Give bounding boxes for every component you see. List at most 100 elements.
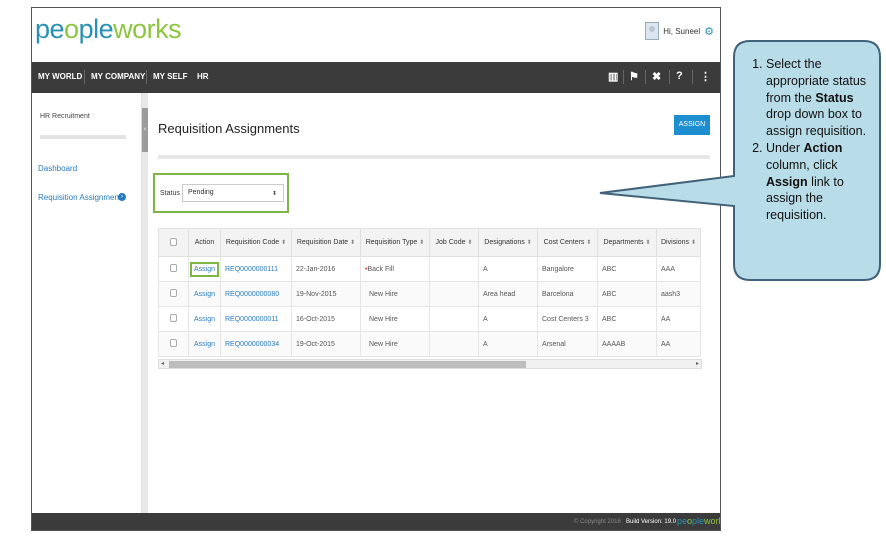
peopleworks-logo[interactable]: peopleworks: [35, 14, 182, 45]
division-cell: AA: [656, 306, 701, 332]
column-header-label: Divisions: [661, 239, 690, 246]
select-all-checkbox[interactable]: [170, 237, 177, 246]
scroll-right-icon[interactable]: ▸: [696, 360, 699, 368]
column-header-label: Requisition Code: [225, 239, 280, 246]
job-code-cell: [429, 256, 479, 282]
designation-cell: A: [478, 331, 538, 357]
page-title: Requisition Assignments: [158, 121, 300, 136]
status-selected-value: Pending: [188, 189, 214, 196]
column-header-job-code[interactable]: Job Code ⬍: [429, 228, 479, 257]
status-dropdown[interactable]: Pending ⬍: [182, 184, 284, 202]
tools-icon[interactable]: ✖: [652, 70, 661, 83]
status-label: Status: [160, 190, 180, 197]
help-icon[interactable]: ?: [676, 70, 683, 82]
requisition-code-link[interactable]: REQ0000000011: [225, 316, 279, 323]
cost-center-cell: Barcelona: [537, 281, 598, 307]
sort-icon: ⬍: [645, 240, 651, 246]
book-icon[interactable]: ▥: [608, 70, 618, 83]
column-header-label: Cost Centers: [543, 239, 585, 246]
assign-link[interactable]: Assign: [194, 291, 215, 298]
requisition-type-cell: New Hire: [360, 281, 430, 307]
column-header-requisition-date[interactable]: Requisition Date ⬍: [291, 228, 361, 257]
logo-text: pe: [677, 516, 688, 526]
chevron-right-icon: ›: [118, 193, 126, 201]
nav-divider: [146, 70, 147, 84]
requisition-code-link[interactable]: REQ0000000034: [225, 341, 279, 348]
requisition-code-link[interactable]: REQ0000000080: [225, 291, 279, 298]
requisition-type-cell: New Hire: [360, 306, 430, 332]
share-icon[interactable]: ⋮: [700, 70, 711, 83]
instruction-text: Assign: [766, 174, 808, 189]
logo-text: o: [64, 14, 79, 44]
department-cell: AAAAB: [597, 331, 657, 357]
sidebar-item-requisition-assignments[interactable]: Requisition Assignments: [38, 193, 125, 202]
action-cell: Assign: [188, 256, 221, 282]
main-content: Requisition Assignments ASSIGN Status Pe…: [148, 93, 720, 513]
nav-item-my-world[interactable]: MY WORLD: [38, 72, 82, 81]
nav-divider: [645, 70, 646, 84]
table-row: Assign REQ0000000034 19-Oct-2015 New Hir…: [158, 331, 701, 357]
requisition-code-cell: REQ0000000034: [220, 331, 292, 357]
column-header-requisition-type[interactable]: Requisition Type ⬍: [360, 228, 430, 257]
column-header-divisions[interactable]: Divisions ⬍: [656, 228, 701, 257]
sort-icon: ⬍: [586, 240, 592, 246]
pin-icon[interactable]: ⚑: [629, 70, 639, 83]
job-code-cell: [429, 281, 479, 307]
nav-divider: [84, 70, 85, 84]
logo-text: rks: [715, 516, 720, 526]
requisition-type-cell: •Back Fill: [360, 256, 430, 282]
divider: [158, 155, 710, 159]
requisition-type-text: New Hire: [369, 290, 398, 298]
assign-link[interactable]: Assign: [189, 261, 220, 277]
job-code-cell: [429, 306, 479, 332]
sort-icon: ⬍: [350, 240, 356, 246]
action-cell: Assign: [188, 306, 221, 332]
top-nav: MY WORLD MY COMPANY MY SELF HR ▥ ⚑ ✖ ? ⋮: [32, 62, 720, 93]
sidebar-title: HR Recruitment: [40, 113, 90, 120]
division-cell: AA: [656, 331, 701, 357]
instruction-text: Action: [803, 140, 843, 155]
nav-divider: [623, 70, 624, 84]
sidebar-item-dashboard[interactable]: Dashboard: [38, 164, 77, 173]
column-header-label: Job Code: [435, 239, 466, 246]
nav-divider: [669, 70, 670, 84]
row-checkbox[interactable]: [170, 314, 177, 322]
sort-icon: ⬍: [419, 240, 425, 246]
column-header-cost-centers[interactable]: Cost Centers ⬍: [537, 228, 598, 257]
nav-item-hr[interactable]: HR: [197, 72, 209, 81]
nav-item-my-self[interactable]: MY SELF: [153, 72, 188, 81]
assign-button[interactable]: ASSIGN: [674, 115, 710, 135]
requisition-code-link[interactable]: REQ0000000111: [225, 266, 278, 273]
sort-icon: ⬍: [526, 240, 532, 246]
scroll-left-icon[interactable]: ◂: [161, 360, 164, 368]
requisition-date-cell: 16-Oct-2015: [291, 306, 361, 332]
assign-link[interactable]: Assign: [194, 341, 215, 348]
column-header-label: Action: [194, 239, 215, 246]
row-checkbox[interactable]: [170, 289, 177, 297]
sort-icon: ⬍: [690, 240, 696, 246]
scrollbar-thumb[interactable]: [169, 361, 526, 368]
requisition-type-text: Back Fill: [367, 265, 394, 273]
user-menu[interactable]: Hi, Suneel ⚙: [645, 22, 714, 40]
division-cell: AAA: [656, 256, 701, 282]
row-checkbox[interactable]: [170, 264, 177, 272]
logo-text: rks: [146, 14, 182, 44]
avatar[interactable]: [645, 22, 660, 40]
copyright-text: © Copyright 2016: [574, 519, 621, 525]
sidebar: HR Recruitment Dashboard Requisition Ass…: [32, 93, 142, 513]
horizontal-scrollbar[interactable]: ◂ ▸: [158, 359, 702, 369]
instruction-step: Under Action column, click Assign link t…: [766, 140, 882, 224]
logo-text: w: [113, 14, 133, 44]
column-header-departments[interactable]: Departments ⬍: [597, 228, 657, 257]
row-checkbox[interactable]: [170, 339, 177, 347]
requisition-code-cell: REQ0000000080: [220, 281, 292, 307]
table-row: Assign REQ0000000080 19-Nov-2015 New Hir…: [158, 281, 701, 307]
requisition-code-cell: REQ0000000011: [220, 306, 292, 332]
requisition-table-container: Action Requisition Code ⬍ Requisition Da…: [158, 228, 702, 376]
column-header-designations[interactable]: Designations ⬍: [478, 228, 538, 257]
column-header-requisition-code[interactable]: Requisition Code ⬍: [220, 228, 292, 257]
requisition-table: Action Requisition Code ⬍ Requisition Da…: [158, 228, 701, 357]
gear-icon[interactable]: ⚙: [704, 25, 714, 38]
nav-item-my-company[interactable]: MY COMPANY: [91, 72, 145, 81]
assign-link[interactable]: Assign: [194, 316, 215, 323]
